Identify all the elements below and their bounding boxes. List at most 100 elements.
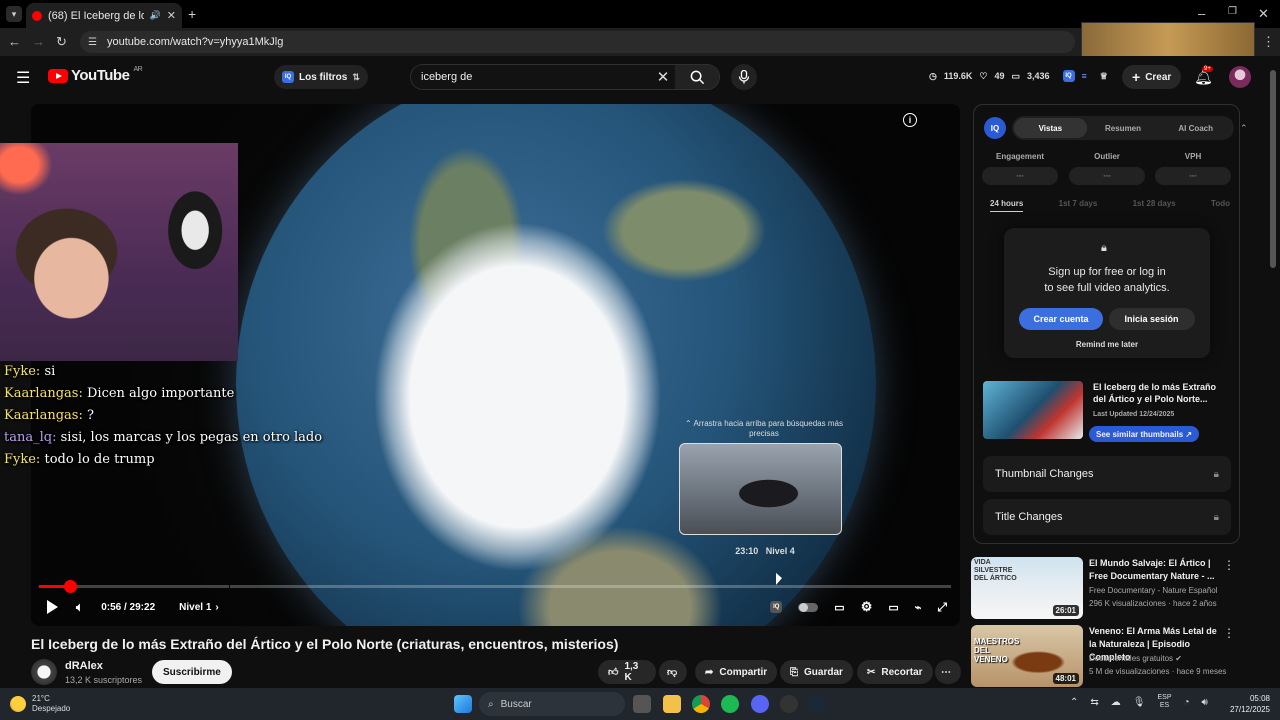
share-button[interactable]: ➦ Compartir (695, 660, 778, 684)
dislike-button[interactable]: 👎︎ (659, 660, 687, 684)
steam-icon[interactable] (808, 695, 826, 713)
cast-icon[interactable]: ⌁ (915, 601, 922, 614)
tab-ai-coach[interactable]: AI Coach (1159, 124, 1232, 133)
iq-player-icon[interactable]: IQ (770, 601, 783, 613)
collapse-chevron-icon[interactable]: ⌃ (1240, 123, 1248, 134)
theater-mode-icon[interactable]: ▭ (888, 601, 898, 614)
recommended-video[interactable]: MAESTROS DEL VENENO 48:01 Veneno: El Arm… (971, 625, 1241, 687)
external-link-icon: ↗ (1185, 429, 1193, 439)
clear-search-icon[interactable]: ✕ (651, 65, 675, 89)
autoplay-toggle[interactable] (798, 602, 819, 612)
tab-resumen[interactable]: Resumen (1087, 124, 1160, 133)
scrubber-handle[interactable] (64, 580, 77, 593)
login-button[interactable]: Inicia sesión (1108, 308, 1195, 330)
list-icon[interactable]: ≡ (1082, 71, 1087, 81)
floating-video-thumbnail[interactable] (1081, 22, 1255, 60)
video-thumbnail[interactable] (983, 381, 1083, 439)
info-icon[interactable]: i (903, 113, 917, 127)
search-button[interactable] (675, 65, 719, 89)
chevron-up-icon[interactable]: ⌃ (1070, 697, 1078, 708)
save-button[interactable]: ⎘ Guardar (780, 660, 853, 684)
url-field[interactable]: ☰ youtube.com/watch?v=yhyya1MkJlg (80, 31, 1075, 53)
create-button[interactable]: + Crear (1122, 65, 1182, 89)
taskbar-search[interactable]: ⌕ Buscar (479, 692, 625, 716)
recommended-channel: Free Documentary - Nature Español (1089, 586, 1218, 595)
back-icon[interactable]: ← (8, 34, 21, 49)
recommended-video[interactable]: VIDA SILVESTRE DEL ÁRTICO 26:01 El Mundo… (971, 557, 1241, 619)
cloud-icon[interactable]: ☁ (1111, 697, 1121, 708)
more-options-icon[interactable]: ⋮ (1223, 626, 1235, 640)
channel-avatar[interactable] (31, 659, 57, 685)
subscribe-button[interactable]: Suscribirme (152, 660, 232, 684)
thumbnail-changes-row[interactable]: Thumbnail Changes 🔒︎ (983, 456, 1231, 492)
share-label: Compartir (719, 666, 768, 678)
tab-list-icon[interactable]: ▾ (6, 6, 22, 22)
create-account-button[interactable]: Crear cuenta (1019, 308, 1103, 330)
weather-condition: Despejado (32, 704, 71, 713)
weather-widget[interactable]: 21°C Despejado (10, 694, 70, 714)
fullscreen-icon[interactable]: ⤢ (937, 600, 947, 615)
restore-icon[interactable]: ❐ (1228, 6, 1237, 17)
video-duration: 48:01 (1052, 673, 1079, 684)
close-window-icon[interactable]: ✕ (1258, 6, 1269, 22)
reload-icon[interactable]: ↻ (56, 34, 67, 50)
filters-chip[interactable]: IQ Los filtros ⇅ (274, 65, 368, 89)
microphone-icon (738, 70, 750, 84)
tab-vistas[interactable]: Vistas (1014, 118, 1087, 138)
chrome-icon[interactable] (692, 695, 710, 713)
more-actions-button[interactable]: ⋯ (935, 660, 961, 684)
voice-search-button[interactable] (731, 64, 757, 90)
forward-icon[interactable]: → (32, 34, 45, 49)
language-indicator[interactable]: ESP ES (1157, 694, 1171, 710)
trophy-icon[interactable]: ♕ (1100, 71, 1108, 82)
range-all[interactable]: Todo (1211, 199, 1230, 212)
menu-icon[interactable]: ☰ (16, 68, 30, 88)
file-explorer-icon[interactable] (663, 695, 681, 713)
clip-button[interactable]: ✂ Recortar (857, 660, 933, 684)
wifi-icon[interactable]: ◔ (1184, 697, 1190, 708)
iq-ext-icon[interactable]: IQ (1062, 70, 1075, 82)
system-tray: ⌃ ⇆ ☁ 🎙︎ ESP ES ◔ 🔊︎ (1070, 694, 1208, 710)
range-7d[interactable]: 1st 7 days (1059, 199, 1098, 212)
verified-icon: ✔ (1175, 654, 1182, 663)
range-28d[interactable]: 1st 28 days (1133, 199, 1176, 212)
temperature: 21°C (32, 694, 50, 703)
channel-name[interactable]: dRAlex (65, 660, 103, 672)
taskbar-clock[interactable]: 05:08 27/12/2025 (1218, 693, 1270, 715)
chapter-button[interactable]: Nivel 1 › (179, 602, 219, 613)
account-avatar[interactable] (1229, 66, 1251, 88)
speaker-icon[interactable]: 🔊︎ (1202, 697, 1208, 708)
minimize-icon[interactable]: – (1198, 6, 1205, 21)
browser-tab[interactable]: (68) El Iceberg de lo más Ex 🔊 ✕ (26, 3, 182, 28)
page-scrollbar[interactable] (1270, 70, 1276, 268)
chat-message: tana_lq: sisi, los marcas y los pegas en… (4, 427, 324, 449)
title-changes-row[interactable]: Title Changes 🔒︎ (983, 499, 1231, 535)
subtitles-icon[interactable]: ▭ (834, 601, 844, 614)
mic-tray-icon[interactable]: 🎙︎ (1133, 697, 1146, 708)
stat-views: 119.6K (943, 71, 973, 81)
spotify-icon[interactable] (721, 695, 739, 713)
progress-bar[interactable] (39, 585, 951, 588)
search-input[interactable]: iceberg de (411, 65, 651, 89)
chat-username: tana_lq: (4, 430, 57, 445)
discord-icon[interactable] (751, 695, 769, 713)
youtube-logo[interactable]: YouTube AR (48, 66, 143, 84)
more-options-icon[interactable]: ⋮ (1223, 558, 1235, 572)
volume-icon[interactable]: 🔈︎ (76, 600, 83, 615)
like-button[interactable]: 👍︎ 1,3 K (598, 660, 656, 684)
new-tab-icon[interactable]: + (188, 6, 196, 22)
site-info-icon[interactable]: ☰ (88, 37, 97, 48)
chat-username: Fyke: (4, 452, 41, 467)
range-24h[interactable]: 24 hours (990, 199, 1024, 212)
tab-audio-icon[interactable]: 🔊 (150, 10, 161, 21)
task-view-icon[interactable] (633, 695, 651, 713)
network-icon[interactable]: ⇆ (1090, 697, 1098, 708)
see-similar-thumbnails-button[interactable]: See similar thumbnails ↗ (1089, 426, 1200, 442)
play-icon[interactable] (47, 600, 58, 614)
browser-menu-icon[interactable]: ⋮ (1262, 34, 1275, 50)
remind-later-link[interactable]: Remind me later (1004, 340, 1210, 349)
windows-start-icon[interactable] (454, 695, 472, 713)
app-icon[interactable] (780, 695, 798, 713)
close-tab-icon[interactable]: ✕ (167, 9, 176, 22)
settings-gear-icon[interactable]: ⚙ (861, 599, 873, 615)
